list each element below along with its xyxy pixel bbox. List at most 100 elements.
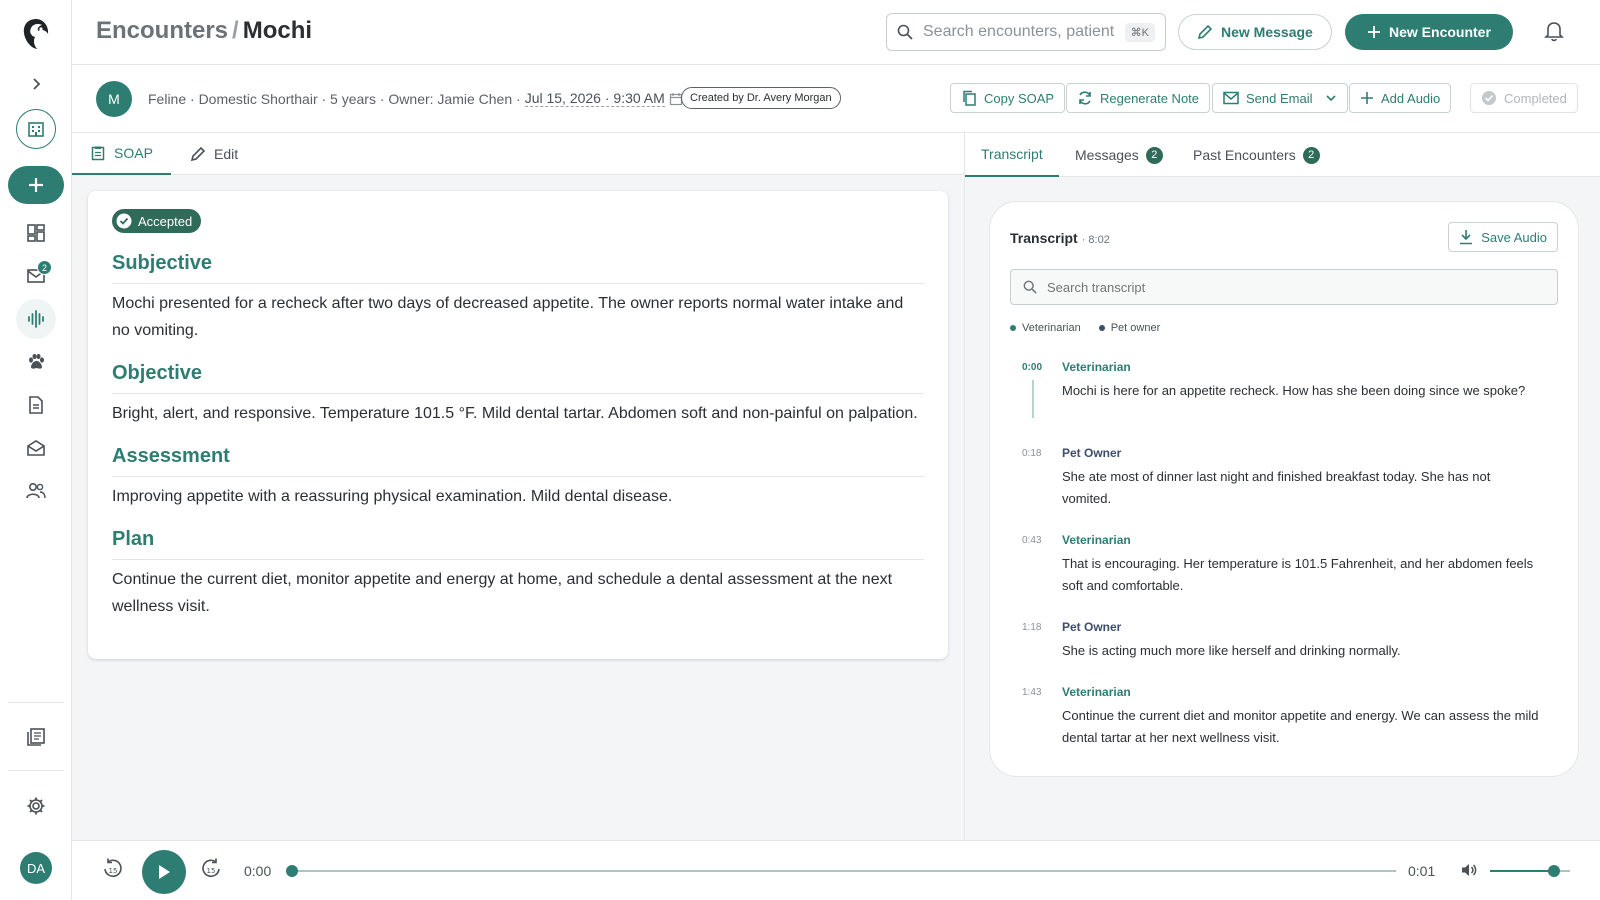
utterance-time[interactable]: 0:43 — [1022, 535, 1041, 546]
section-title: Plan — [112, 528, 924, 560]
right-panel: Transcript Messages 2 Past Encounters 2 … — [964, 133, 1600, 840]
email-icon — [1223, 91, 1239, 105]
clinic-icon[interactable] — [16, 109, 56, 149]
tab-soap[interactable]: SOAP — [72, 133, 171, 175]
search-shortcut: ⌘K — [1124, 22, 1155, 42]
check-circle-icon — [116, 213, 132, 229]
header: Encounters/Mochi ⌘K New Message New Enco… — [72, 0, 1600, 65]
transcript-title: Transcript · 8:02 — [1010, 230, 1110, 246]
tab-edit[interactable]: Edit — [172, 133, 256, 175]
dashboard-icon[interactable] — [16, 213, 56, 253]
search-input[interactable] — [923, 23, 1115, 41]
volume-fill — [1490, 870, 1554, 872]
utterance-speaker: Pet Owner — [1062, 446, 1122, 460]
tab-transcript-label: Transcript — [981, 146, 1043, 162]
paw-icon[interactable] — [16, 342, 56, 382]
mail-open-icon[interactable] — [16, 428, 56, 468]
user-avatar[interactable]: DA — [20, 852, 52, 884]
check-circle-icon — [1482, 91, 1496, 105]
page-title: Encounters / Mochi — [96, 17, 312, 45]
soap-note-card: Accepted Subjective Mochi presented for … — [88, 191, 948, 659]
audio-player: 15 15 0:00 0:01 — [72, 840, 1600, 900]
plus-icon — [1361, 92, 1373, 104]
bell-icon[interactable] — [1544, 20, 1564, 42]
section-body[interactable]: Improving appetite with a reassuring phy… — [112, 483, 924, 510]
send-email-button[interactable]: Send Email — [1212, 83, 1349, 113]
encounter-info-row: M Feline · Domestic Shorthair · 5 years … — [72, 65, 1600, 133]
utterance-text: Continue the current diet and monitor ap… — [1062, 708, 1539, 745]
encounter-date[interactable]: Jul 15, 2026 · 9:30 AM — [524, 90, 665, 107]
audio-wave-icon[interactable] — [16, 299, 56, 339]
completed-button[interactable]: Completed — [1470, 83, 1578, 113]
volume-thumb[interactable] — [1548, 865, 1560, 877]
rewind-icon[interactable]: 15 — [102, 857, 124, 881]
save-audio-button[interactable]: Save Audio — [1448, 222, 1558, 252]
transcript-duration: · 8:02 — [1081, 234, 1110, 246]
notes-icon[interactable] — [16, 717, 56, 757]
utterance-speaker: Veterinarian — [1062, 533, 1131, 547]
current-utterance-indicator — [1032, 380, 1034, 418]
play-icon — [159, 865, 170, 879]
users-icon[interactable] — [16, 471, 56, 511]
breadcrumb-separator: / — [232, 17, 239, 44]
add-audio-label: Add Audio — [1381, 90, 1441, 106]
progress-bar[interactable] — [286, 865, 1396, 877]
utterance-time[interactable]: 0:00 — [1022, 362, 1042, 373]
gear-icon[interactable] — [16, 786, 56, 826]
completed-label: Completed — [1504, 90, 1567, 106]
document-icon[interactable] — [16, 385, 56, 425]
tab-past-label: Past Encounters — [1193, 147, 1296, 163]
messages-count-badge: 2 — [1145, 146, 1163, 164]
breadcrumb-current: Mochi — [242, 17, 313, 44]
new-message-button[interactable]: New Message — [1178, 14, 1332, 50]
section-body[interactable]: Mochi presented for a recheck after two … — [112, 290, 924, 344]
tab-past-encounters[interactable]: Past Encounters 2 — [1177, 133, 1336, 177]
speaker-legend: Veterinarian Pet owner — [1010, 322, 1160, 334]
new-encounter-button[interactable]: New Encounter — [1345, 14, 1513, 50]
utterance-time[interactable]: 0:18 — [1022, 448, 1041, 459]
search-box[interactable]: ⌘K — [886, 13, 1166, 51]
legend-owner-label: Pet owner — [1110, 322, 1161, 334]
volume-slider[interactable] — [1490, 865, 1570, 877]
section-body[interactable]: Continue the current diet, monitor appet… — [112, 566, 924, 620]
add-audio-button[interactable]: Add Audio — [1349, 83, 1452, 113]
pet-details-text: Feline · Domestic Shorthair · 5 years · … — [148, 90, 521, 107]
tab-transcript[interactable]: Transcript — [965, 133, 1059, 177]
volume-icon[interactable] — [1460, 861, 1478, 879]
legend-veterinarian: Veterinarian — [1010, 322, 1081, 334]
svg-text:15: 15 — [109, 867, 118, 875]
section-body[interactable]: Bright, alert, and responsive. Temperatu… — [112, 400, 924, 427]
pet-avatar: M — [96, 81, 132, 117]
tab-soap-label: SOAP — [114, 145, 153, 161]
pencil-icon — [190, 146, 206, 162]
svg-text:15: 15 — [207, 867, 216, 875]
soap-section-assessment: Assessment Improving appetite with a rea… — [112, 445, 924, 510]
transcript-search-box[interactable] — [1010, 269, 1558, 305]
tab-edit-label: Edit — [214, 146, 239, 162]
chevron-right-icon[interactable] — [16, 64, 56, 104]
inbox-icon[interactable]: 2 — [16, 256, 56, 296]
pet-details: Feline · Domestic Shorthair · 5 years · … — [148, 90, 683, 107]
utterance-time[interactable]: 1:43 — [1022, 687, 1041, 698]
tab-messages[interactable]: Messages 2 — [1059, 133, 1179, 177]
progress-thumb[interactable] — [286, 865, 298, 877]
logo-icon[interactable] — [16, 14, 56, 54]
transcript-search-input[interactable] — [1047, 279, 1545, 295]
created-by-badge: Created by Dr. Avery Morgan — [681, 87, 841, 109]
regenerate-note-button[interactable]: Regenerate Note — [1066, 83, 1211, 113]
pencil-icon — [1197, 24, 1213, 40]
copy-icon — [963, 90, 976, 106]
play-button[interactable] — [142, 850, 186, 894]
utterance-text: Mochi is here for an appetite recheck. H… — [1062, 383, 1526, 398]
copy-soap-button[interactable]: Copy SOAP — [950, 83, 1066, 113]
status-badge: Accepted — [112, 209, 202, 233]
legend-vet-label: Veterinarian — [1022, 322, 1081, 334]
right-tabs: Transcript Messages 2 Past Encounters 2 — [965, 133, 1600, 177]
forward-icon[interactable]: 15 — [200, 857, 222, 881]
breadcrumb-encounters[interactable]: Encounters — [96, 17, 228, 44]
utterance-time[interactable]: 1:18 — [1022, 622, 1041, 633]
new-encounter-sidebar-button[interactable] — [8, 166, 64, 204]
sidebar-divider — [8, 770, 64, 771]
soap-section-objective: Objective Bright, alert, and responsive.… — [112, 362, 924, 427]
section-title: Assessment — [112, 445, 924, 477]
